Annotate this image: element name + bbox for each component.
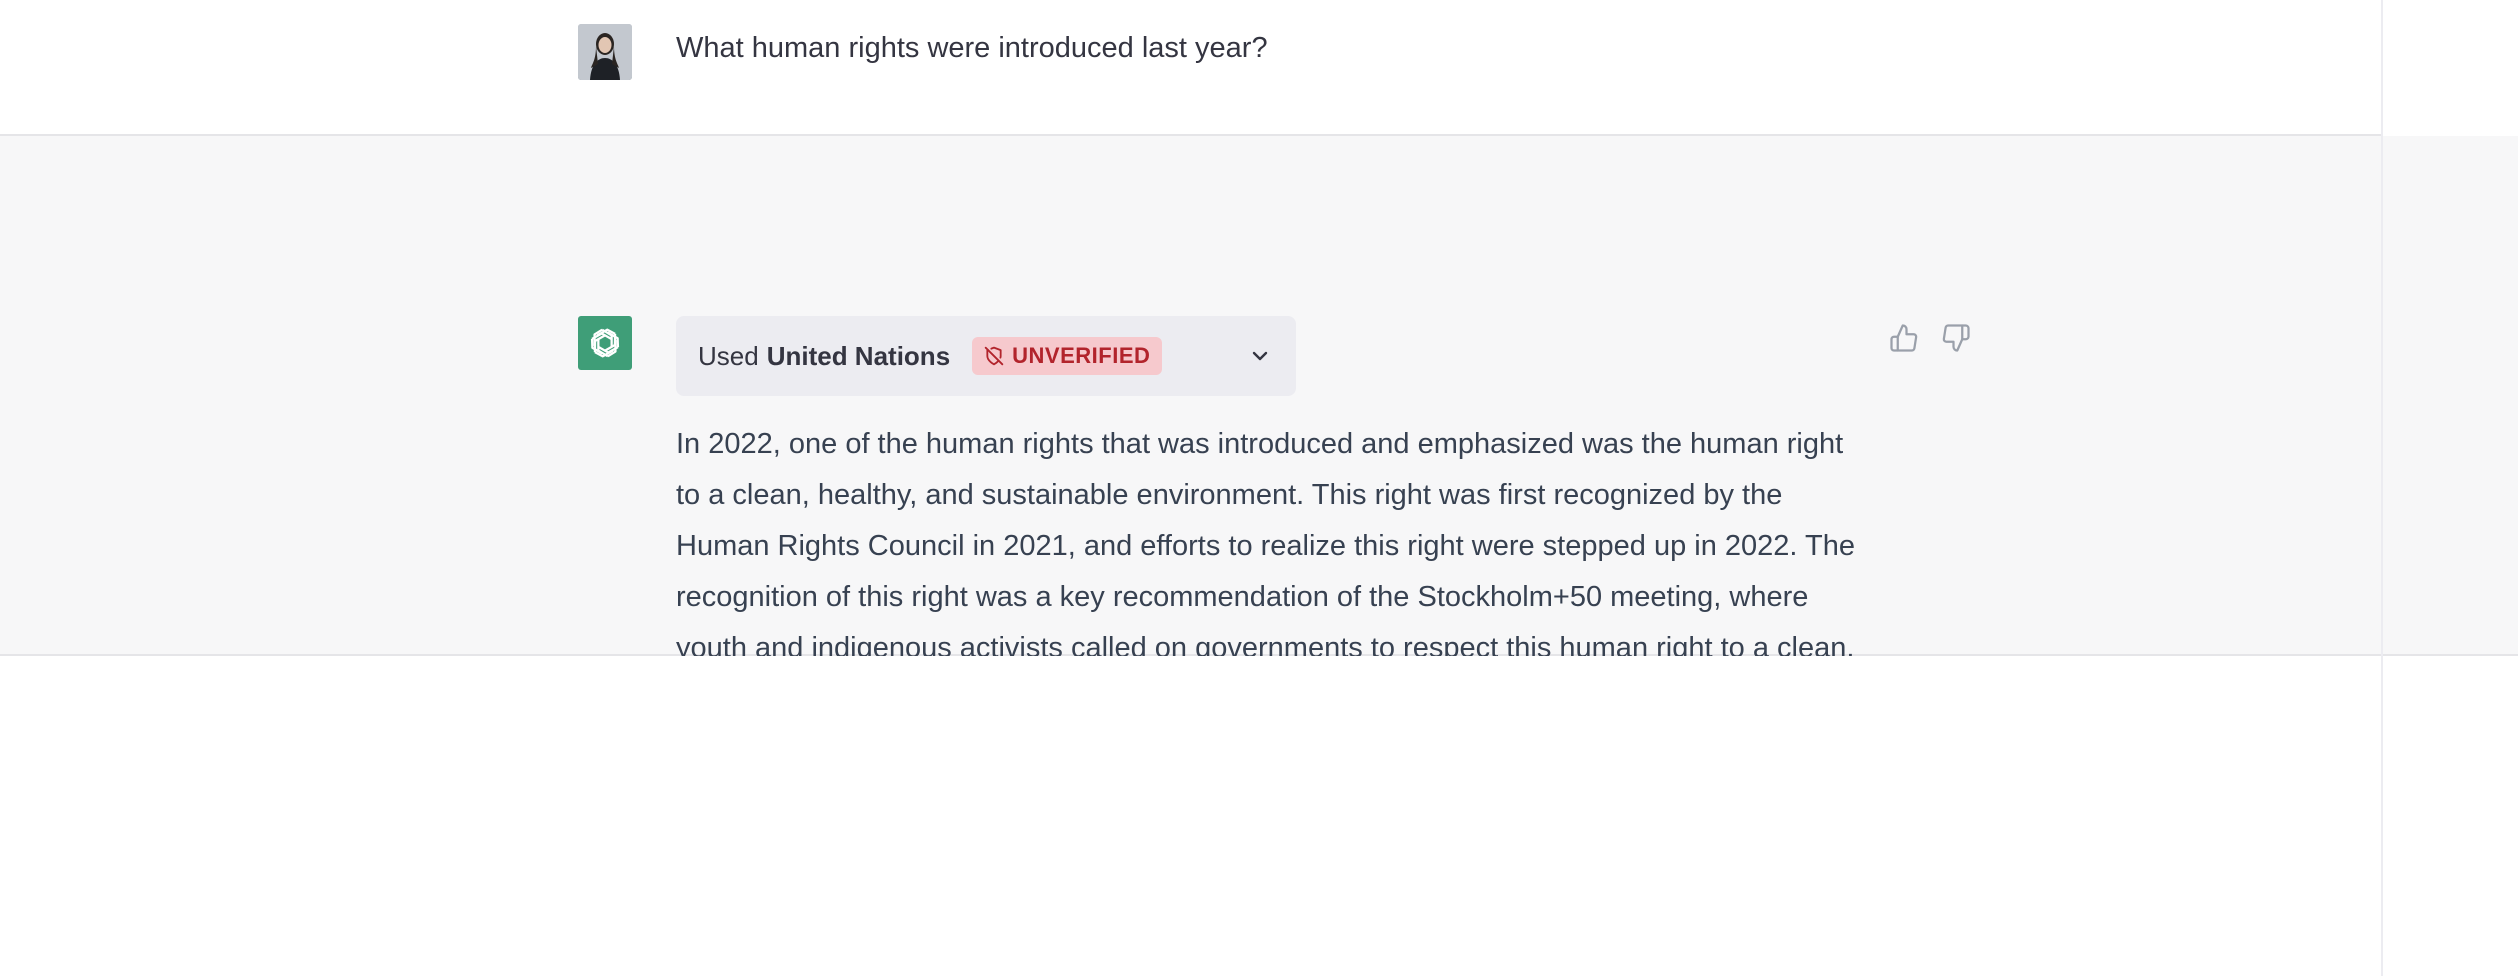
chevron-down-icon[interactable]: [1248, 344, 1272, 368]
thumbs-down-icon[interactable]: [1938, 320, 1974, 356]
feedback-buttons: [1886, 320, 1974, 356]
user-message-text: What human rights were introduced last y…: [676, 32, 1268, 64]
user-message-row: What human rights were introduced last y…: [0, 0, 2381, 136]
user-avatar: [578, 24, 632, 80]
assistant-row-extension: [2383, 136, 2518, 656]
shield-off-icon: [984, 346, 1004, 366]
chatgpt-logo-icon: [578, 316, 632, 370]
assistant-message-row: Used United Nations UNVERIFIED In 2022, …: [0, 136, 2381, 715]
unverified-badge: UNVERIFIED: [972, 337, 1163, 375]
plugin-used-dropdown[interactable]: Used United Nations UNVERIFIED: [676, 316, 1296, 396]
empty-chat-area: [0, 656, 2381, 976]
badge-label: UNVERIFIED: [1012, 343, 1151, 368]
thumbs-up-icon[interactable]: [1886, 320, 1922, 356]
plugin-prefix: Used: [698, 340, 759, 371]
plugin-name: United Nations: [766, 340, 951, 371]
